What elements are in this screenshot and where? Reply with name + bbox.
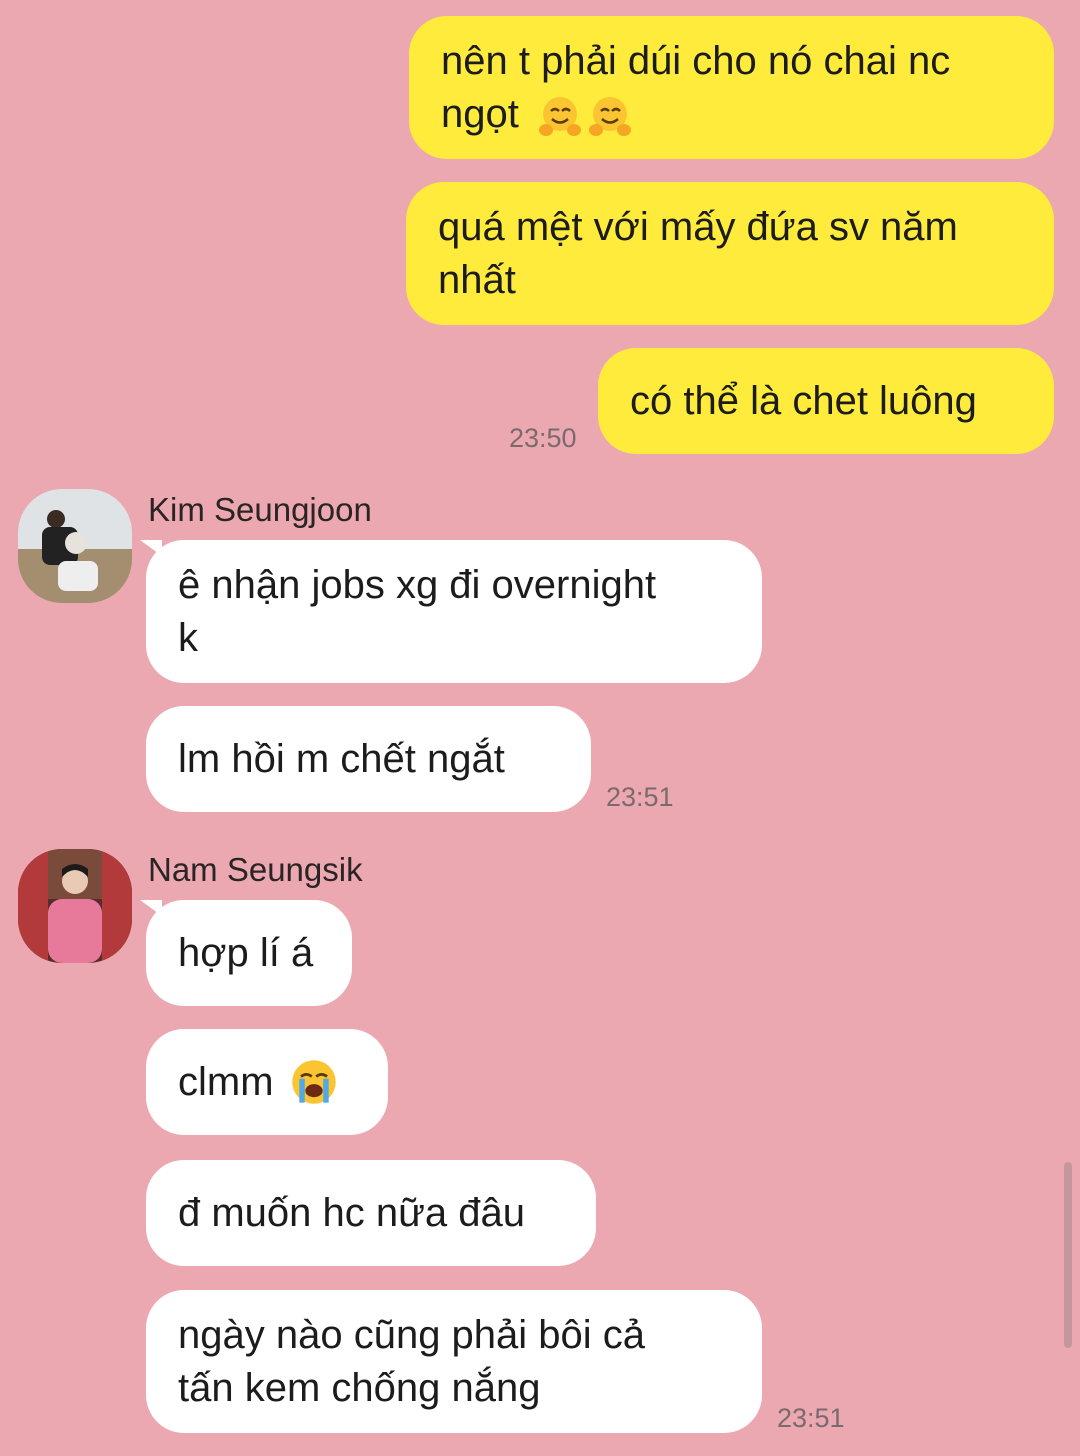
sender-name: Kim Seungjoon (148, 491, 372, 528)
message-timestamp: 23:50 (509, 423, 577, 453)
hug-emoji-icon (533, 94, 633, 140)
message-text: quá mệt với mấy đứa sv năm nhất (438, 204, 958, 302)
my-message-bubble[interactable]: nên t phải dúi cho nó chai nc ngọt (409, 16, 1054, 159)
crying-face-icon (285, 1057, 339, 1107)
message-text: có thể là chet luông (630, 378, 977, 423)
message-timestamp: 23:51 (777, 1403, 845, 1433)
their-message-bubble[interactable]: hợp lí á (146, 900, 352, 1006)
avatar-kim-seungjoon[interactable] (18, 489, 132, 603)
message-text: ê nhận jobs xg đi overnight k (178, 562, 657, 660)
message-text: hợp lí á (178, 930, 314, 975)
their-message-bubble[interactable]: clmm (146, 1029, 388, 1135)
their-message-bubble[interactable]: ngày nào cũng phải bôi cả tấn kem chống … (146, 1290, 762, 1433)
message-text: nên t phải dúi cho nó chai nc ngọt (441, 38, 951, 136)
message-text: ngày nào cũng phải bôi cả tấn kem chống … (178, 1312, 646, 1410)
sender-name: Nam Seungsik (148, 851, 363, 888)
their-message-bubble[interactable]: đ muốn hc nữa đâu (146, 1160, 596, 1266)
message-timestamp: 23:51 (606, 782, 674, 812)
message-text: lm hồi m chết ngắt (178, 736, 505, 781)
message-text: clmm (178, 1059, 285, 1104)
scrollbar[interactable] (1064, 1162, 1072, 1348)
message-text: đ muốn hc nữa đâu (178, 1190, 526, 1235)
my-message-bubble[interactable]: có thể là chet luông (598, 348, 1054, 454)
their-message-bubble[interactable]: lm hồi m chết ngắt (146, 706, 591, 812)
my-message-bubble[interactable]: quá mệt với mấy đứa sv năm nhất (406, 182, 1054, 325)
avatar-nam-seungsik[interactable] (18, 849, 132, 963)
their-message-bubble[interactable]: ê nhận jobs xg đi overnight k (146, 540, 762, 683)
